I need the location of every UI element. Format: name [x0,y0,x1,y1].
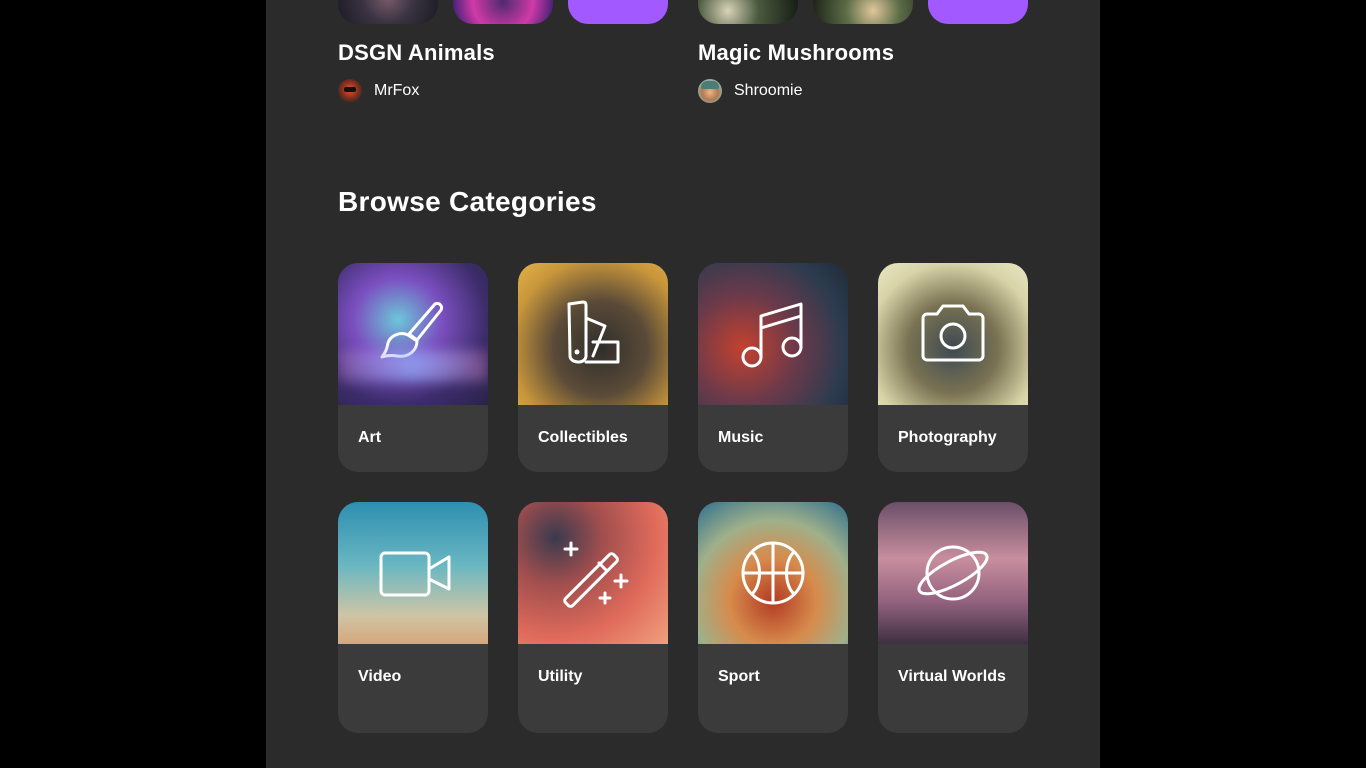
music-notes-icon [741,302,803,368]
camera-icon [921,304,985,362]
artist-name: Shroomie [734,82,803,99]
magic-wand-icon [563,541,629,608]
category-card-sport[interactable]: Sport [698,502,848,733]
category-image [698,263,848,405]
paint-brush-icon [380,302,443,359]
collection-more-tile[interactable] [928,0,1028,24]
category-image [878,502,1028,644]
collection-more-tile[interactable] [568,0,668,24]
video-camera-icon [379,551,451,597]
collection-artist[interactable]: MrFox [338,79,419,103]
category-card-music[interactable]: Music [698,263,848,472]
collection-thumbnails [338,0,668,24]
collection-thumbnail [453,0,553,24]
category-card-collectibles[interactable]: Collectibles [518,263,668,472]
collection-thumbnails [698,0,1028,24]
collection-thumbnail [698,0,798,24]
category-image [698,502,848,644]
category-label: Utility [538,668,583,685]
category-image [878,263,1028,405]
category-card-utility[interactable]: Utility [518,502,668,733]
category-label: Sport [718,668,760,685]
category-label: Photography [898,429,997,446]
category-image [338,502,488,644]
collection-thumbnail [813,0,913,24]
category-image [518,502,668,644]
category-label: Collectibles [538,429,628,446]
planet-icon [917,545,989,601]
collection-title[interactable]: Magic Mushrooms [698,40,894,66]
collection-title[interactable]: DSGN Animals [338,40,495,66]
marketplace-page: DSGN Animals MrFox Magic Mushrooms Shroo… [266,0,1100,768]
artist-name: MrFox [374,82,420,99]
basketball-icon [741,541,805,605]
category-label: Video [358,668,402,685]
fox-avatar [338,79,362,103]
collection-artist[interactable]: Shroomie [698,79,802,103]
browse-categories-heading: Browse Categories [338,186,597,217]
collection-thumbnail [338,0,438,24]
category-image [338,263,488,405]
category-label: Virtual Worlds [898,668,1006,685]
category-image [518,263,668,405]
category-label: Art [358,429,382,446]
category-card-virtual-worlds[interactable]: Virtual Worlds [878,502,1028,733]
category-card-video[interactable]: Video [338,502,488,733]
swatches-icon [567,300,620,364]
mushroom-avatar [698,79,722,103]
category-card-art[interactable]: Art [338,263,488,472]
category-label: Music [718,429,764,446]
category-card-photography[interactable]: Photography [878,263,1028,472]
